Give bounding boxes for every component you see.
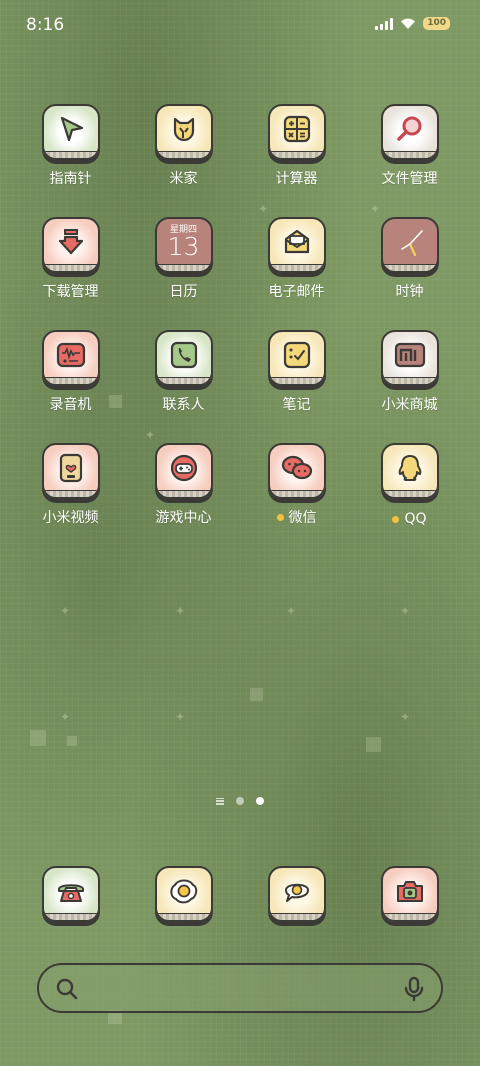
app-label: 米家 bbox=[169, 171, 198, 187]
app-label: 录音机 bbox=[49, 397, 92, 413]
status-bar: 8:16 100 bbox=[0, 0, 480, 50]
app-downloads[interactable]: 下载管理 bbox=[14, 217, 127, 301]
app-label: 小米视频 bbox=[42, 510, 99, 526]
game-center-icon bbox=[170, 455, 197, 482]
app-label: 小米商城 bbox=[381, 397, 438, 413]
search-icon[interactable] bbox=[55, 977, 79, 1001]
app-label: 计算器 bbox=[275, 171, 318, 187]
wechat-icon bbox=[281, 456, 312, 480]
download-icon bbox=[58, 229, 83, 255]
app-clock[interactable]: 时钟 bbox=[353, 217, 466, 301]
status-time: 8:16 bbox=[26, 15, 65, 35]
app-recorder[interactable]: 录音机 bbox=[14, 330, 127, 414]
qq-icon bbox=[398, 455, 421, 482]
app-label: 电子邮件 bbox=[268, 284, 325, 300]
recorder-icon bbox=[56, 343, 85, 368]
calendar-icon: 星期四 13 bbox=[154, 217, 213, 273]
dock-phone[interactable] bbox=[14, 866, 127, 930]
app-compass[interactable]: 指南针 bbox=[14, 104, 127, 188]
battery-icon: 100 bbox=[423, 17, 450, 30]
app-calendar[interactable]: 星期四 13 日历 bbox=[127, 217, 240, 301]
dock-messages[interactable] bbox=[240, 866, 353, 930]
app-mi-store[interactable]: 小米商城 bbox=[353, 330, 466, 414]
egg-icon bbox=[169, 879, 197, 904]
app-label: 指南针 bbox=[49, 171, 92, 187]
app-label-row: QQ bbox=[392, 511, 427, 527]
dock-camera[interactable] bbox=[353, 866, 466, 930]
compass-icon bbox=[60, 117, 83, 142]
app-label: 时钟 bbox=[395, 284, 424, 300]
app-label: 联系人 bbox=[162, 397, 205, 413]
app-label: 下载管理 bbox=[42, 284, 99, 300]
dock-egg[interactable] bbox=[127, 866, 240, 930]
mail-icon bbox=[284, 230, 309, 254]
app-label-row: 微信 bbox=[276, 507, 317, 527]
page-indicator[interactable] bbox=[0, 797, 480, 805]
app-drawer-indicator-icon[interactable] bbox=[216, 797, 224, 805]
page-dot[interactable] bbox=[236, 797, 244, 805]
search-input[interactable] bbox=[93, 975, 383, 1001]
app-label: 游戏中心 bbox=[155, 510, 212, 526]
signal-icon bbox=[375, 17, 394, 30]
file-search-icon bbox=[396, 116, 421, 142]
mi-store-icon bbox=[394, 343, 425, 368]
app-label: 微信 bbox=[288, 510, 317, 526]
app-notes[interactable]: 笔记 bbox=[240, 330, 353, 414]
microphone-icon[interactable] bbox=[403, 976, 425, 1002]
app-wechat[interactable]: 微信 bbox=[240, 443, 353, 527]
phone-icon bbox=[57, 884, 84, 903]
app-label: 笔记 bbox=[282, 397, 311, 413]
contacts-icon bbox=[170, 342, 197, 369]
message-icon bbox=[284, 884, 309, 903]
page-dot-active[interactable] bbox=[256, 797, 264, 805]
notes-icon bbox=[283, 342, 310, 369]
app-contacts[interactable]: 联系人 bbox=[127, 330, 240, 414]
mijia-cat-icon bbox=[173, 118, 194, 142]
clock-icon bbox=[400, 230, 423, 257]
search-bar[interactable] bbox=[37, 963, 443, 1013]
calendar-day: 13 bbox=[167, 232, 200, 261]
app-grid: 指南针 米家 计算器 文件管理 下载管理 星期四 13 日历 电子邮件 时钟 录… bbox=[14, 104, 466, 527]
app-email[interactable]: 电子邮件 bbox=[240, 217, 353, 301]
app-calculator[interactable]: 计算器 bbox=[240, 104, 353, 188]
wifi-icon bbox=[401, 18, 416, 29]
video-icon bbox=[59, 454, 82, 483]
app-game-center[interactable]: 游戏中心 bbox=[127, 443, 240, 527]
app-label: 文件管理 bbox=[381, 171, 438, 187]
app-label: 日历 bbox=[169, 284, 198, 300]
camera-icon bbox=[396, 881, 423, 903]
notification-dot bbox=[392, 515, 400, 523]
app-mi-video[interactable]: 小米视频 bbox=[14, 443, 127, 527]
app-qq[interactable]: QQ bbox=[353, 443, 466, 527]
dock bbox=[14, 866, 466, 930]
app-mijia[interactable]: 米家 bbox=[127, 104, 240, 188]
notification-dot bbox=[276, 513, 284, 521]
app-file-manager[interactable]: 文件管理 bbox=[353, 104, 466, 188]
calculator-icon bbox=[283, 116, 310, 143]
app-label: QQ bbox=[404, 511, 427, 527]
